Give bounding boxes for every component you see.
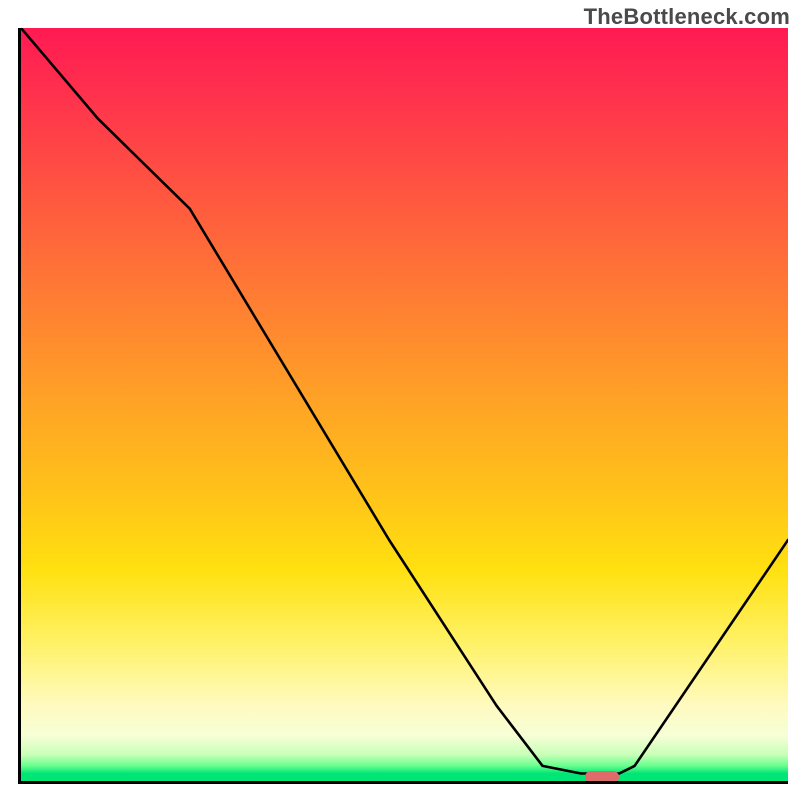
plot-area [18, 28, 788, 784]
curve-svg [21, 28, 788, 781]
optimal-marker [585, 771, 619, 783]
bottleneck-curve [21, 28, 788, 774]
bottleneck-chart: TheBottleneck.com [0, 0, 800, 800]
watermark-text: TheBottleneck.com [584, 4, 790, 30]
